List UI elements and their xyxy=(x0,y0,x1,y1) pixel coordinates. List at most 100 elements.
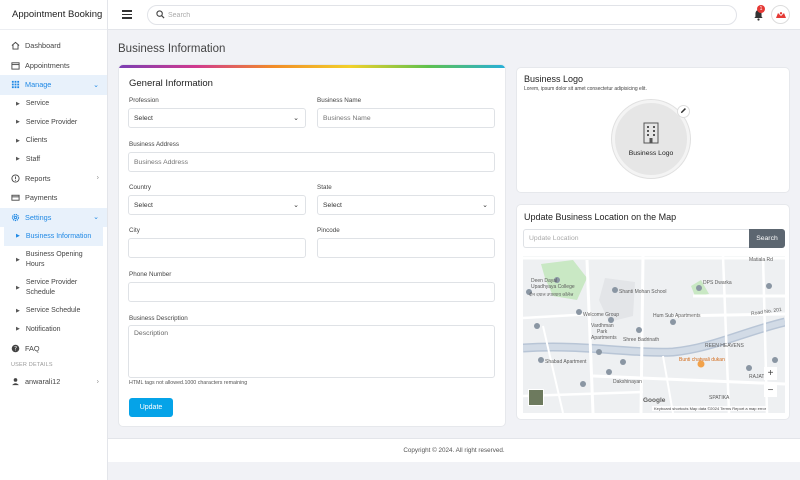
edit-logo-button[interactable] xyxy=(677,105,690,118)
sidebar-subitem-label: Business Opening Hours xyxy=(25,250,83,268)
search-input[interactable] xyxy=(168,9,708,22)
svg-text:?: ? xyxy=(14,346,17,352)
business-address-label: Business Address xyxy=(129,141,180,148)
map-label: REEN HEAVENS xyxy=(705,343,744,349)
card-title: Business Logo xyxy=(524,74,584,84)
map[interactable]: Matiala Rd Deen Dayal Upadhyaya College … xyxy=(523,256,785,413)
sidebar-subitem-label: Clients xyxy=(25,137,48,145)
sidebar-item-appointments[interactable]: Appointments xyxy=(0,56,107,76)
zoom-out-button[interactable]: − xyxy=(764,384,777,397)
sidebar-subitem-service-schedule[interactable]: ▶ Service Schedule xyxy=(0,302,107,321)
help-circle-icon: ? xyxy=(11,344,20,353)
sidebar-subitem-service[interactable]: ▶ Service xyxy=(0,95,107,114)
chevron-right-icon: › xyxy=(96,378,99,386)
map-label: Shabad Apartment xyxy=(545,359,587,365)
sidebar-subitem-business-opening-hours[interactable]: ▶ Business Opening Hours xyxy=(0,246,107,274)
map-label: दीन दयाल उपाध्याय कॉलेज xyxy=(529,292,574,297)
search-bar xyxy=(147,5,737,25)
business-name-input[interactable] xyxy=(317,108,495,128)
map-label: Apartments xyxy=(591,335,617,341)
sidebar-subitem-label: Service Schedule xyxy=(25,307,81,315)
chevron-down-icon: ⌄ xyxy=(482,202,488,209)
gear-icon xyxy=(11,213,20,222)
sidebar-item-settings[interactable]: Settings ⌄ xyxy=(0,207,107,227)
sidebar-subitem-service-provider[interactable]: ▶ Service Provider xyxy=(0,113,107,132)
map-label: RAJAT xyxy=(749,374,765,380)
phone-number-input[interactable] xyxy=(128,282,495,302)
map-label: SPATIKA xyxy=(709,395,730,401)
sidebar-item-label: Dashboard xyxy=(25,41,61,51)
state-value: Select xyxy=(323,201,342,209)
sidebar-nav: Dashboard Appointments Manage ⌄ ▶ Service… xyxy=(0,30,107,392)
topbar: 1 xyxy=(108,0,800,30)
map-label: Bunti chatwali dukan xyxy=(679,357,725,363)
chevron-down-icon: ⌄ xyxy=(93,81,99,89)
location-input[interactable] xyxy=(523,229,749,248)
sidebar-item-dashboard[interactable]: Dashboard xyxy=(0,36,107,56)
building-icon xyxy=(642,122,660,146)
sidebar-subitem-label: Service Provider Schedule xyxy=(25,278,78,296)
business-name-label: Business Name xyxy=(317,97,362,104)
update-button[interactable]: Update xyxy=(129,398,173,417)
notification-badge: 1 xyxy=(757,5,765,13)
pincode-input[interactable] xyxy=(317,238,495,258)
zoom-in-button[interactable]: + xyxy=(764,367,777,380)
sidebar-subitem-label: Notification xyxy=(25,325,61,333)
user-icon xyxy=(11,377,20,386)
app-title: Appointment Booking xyxy=(0,0,107,30)
map-label: Dakshinayan xyxy=(613,379,642,385)
map-attribution[interactable]: Keyboard shortcuts Map data ©2024 Terms … xyxy=(652,406,769,411)
sidebar-item-reports[interactable]: Reports › xyxy=(0,169,107,189)
sidebar-subitem-label: Business Information xyxy=(25,232,92,240)
sidebar-item-label: Reports xyxy=(25,173,51,183)
calendar-icon xyxy=(11,61,20,70)
state-label: State xyxy=(317,184,332,191)
caret-right-icon: ▶ xyxy=(16,119,20,126)
sidebar-subitem-label: Service Provider xyxy=(25,118,78,126)
sidebar-item-user[interactable]: anwarali12 › xyxy=(0,372,107,392)
sidebar-subitem-business-information[interactable]: ▶ Business Information xyxy=(4,227,103,246)
sidebar-item-faq[interactable]: ? FAQ xyxy=(0,339,107,359)
caret-right-icon: ▶ xyxy=(16,137,20,144)
business-address-input[interactable] xyxy=(128,152,495,172)
sidebar-subitem-staff[interactable]: ▶ Staff xyxy=(0,150,107,169)
sidebar-subitem-label: Service xyxy=(25,100,50,108)
footer-copyright: Copyright © 2024. All right reserved. xyxy=(108,438,800,462)
sidebar-subitem-label: Staff xyxy=(25,155,41,163)
home-icon xyxy=(11,41,20,50)
caret-right-icon: ▶ xyxy=(16,326,20,333)
country-select[interactable]: Select ⌄ xyxy=(128,195,306,215)
grid-icon xyxy=(11,80,20,89)
chevron-down-icon: ⌄ xyxy=(93,214,99,222)
map-label: Shree Badrinath xyxy=(623,337,660,343)
sidebar-subitem-clients[interactable]: ▶ Clients xyxy=(0,132,107,151)
city-input[interactable] xyxy=(128,238,306,258)
pencil-icon xyxy=(680,107,687,116)
map-type-toggle[interactable] xyxy=(528,389,544,406)
logo-placeholder-label: Business Logo xyxy=(628,149,674,157)
sidebar-item-payments[interactable]: Payments xyxy=(0,188,107,208)
caret-right-icon: ▶ xyxy=(16,284,20,291)
map-label: Welcome Group xyxy=(583,312,620,318)
business-logo-card: Business Logo Lorem, ipsum dolor sit ame… xyxy=(516,67,790,193)
page-title: Business Information xyxy=(118,43,226,55)
general-information-card: General Information Profession Select ⌄ … xyxy=(118,64,506,427)
country-value: Select xyxy=(134,201,153,209)
business-description-textarea[interactable] xyxy=(128,325,495,378)
profession-select[interactable]: Select ⌄ xyxy=(128,108,306,128)
city-label: City xyxy=(129,227,140,234)
avatar[interactable] xyxy=(771,5,790,24)
caret-right-icon: ▶ xyxy=(16,100,20,107)
sidebar-subitem-notification[interactable]: ▶ Notification xyxy=(0,320,107,339)
state-select[interactable]: Select ⌄ xyxy=(317,195,495,215)
sidebar-subitem-service-provider-schedule[interactable]: ▶ Service Provider Schedule xyxy=(0,274,107,302)
sidebar-item-manage[interactable]: Manage ⌄ xyxy=(0,75,107,95)
google-logo: Google xyxy=(643,397,666,404)
map-label: Upadhyaya College xyxy=(531,284,575,290)
sidebar: Appointment Booking Dashboard Appointmen… xyxy=(0,0,108,480)
search-location-button[interactable]: Search xyxy=(749,229,785,248)
menu-icon[interactable] xyxy=(122,10,132,19)
sidebar-item-label: FAQ xyxy=(25,343,40,353)
card-title: General Information xyxy=(129,78,213,89)
chevron-down-icon: ⌄ xyxy=(293,202,299,209)
